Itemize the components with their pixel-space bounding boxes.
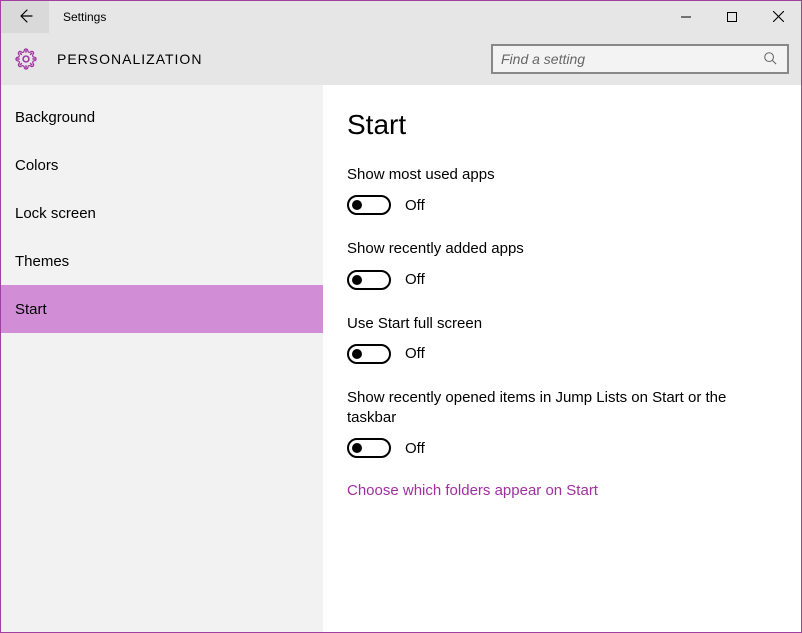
window-title: Settings: [49, 1, 663, 33]
toggle-jump-lists[interactable]: [347, 438, 391, 458]
sidebar-item-background[interactable]: Background: [1, 93, 323, 141]
close-icon: [773, 9, 784, 25]
setting-start-full-screen: Use Start full screen Off: [347, 314, 777, 364]
back-button[interactable]: [1, 1, 49, 33]
settings-window: Settings PERSONALIZATION: [0, 0, 802, 633]
choose-folders-link[interactable]: Choose which folders appear on Start: [347, 482, 777, 499]
close-button[interactable]: [755, 1, 801, 33]
setting-most-used-apps: Show most used apps Off: [347, 165, 777, 215]
toggle-most-used-apps[interactable]: [347, 195, 391, 215]
search-box[interactable]: [491, 44, 789, 74]
toggle-state: Off: [405, 345, 425, 362]
sidebar-item-label: Start: [15, 301, 47, 318]
maximize-button[interactable]: [709, 1, 755, 33]
toggle-state: Off: [405, 271, 425, 288]
toggle-row: Off: [347, 344, 777, 364]
sidebar-item-label: Colors: [15, 157, 58, 174]
sidebar-item-lock-screen[interactable]: Lock screen: [1, 189, 323, 237]
header-title: PERSONALIZATION: [57, 51, 202, 67]
setting-label: Show recently opened items in Jump Lists…: [347, 388, 747, 429]
setting-label: Show most used apps: [347, 165, 747, 185]
sidebar: Background Colors Lock screen Themes Sta…: [1, 85, 323, 632]
window-controls: [663, 1, 801, 33]
sidebar-item-start[interactable]: Start: [1, 285, 323, 333]
setting-label: Show recently added apps: [347, 239, 747, 259]
sidebar-item-label: Themes: [15, 253, 69, 270]
setting-recently-added-apps: Show recently added apps Off: [347, 239, 777, 289]
sidebar-item-colors[interactable]: Colors: [1, 141, 323, 189]
sidebar-item-themes[interactable]: Themes: [1, 237, 323, 285]
maximize-icon: [727, 9, 737, 25]
gear-icon: [15, 48, 37, 70]
body: Background Colors Lock screen Themes Sta…: [1, 85, 801, 632]
setting-label: Use Start full screen: [347, 314, 747, 334]
page-title: Start: [347, 109, 777, 141]
toggle-row: Off: [347, 195, 777, 215]
search-input[interactable]: [501, 51, 763, 67]
content: Start Show most used apps Off Show recen…: [323, 85, 801, 632]
toggle-state: Off: [405, 197, 425, 214]
header: PERSONALIZATION: [1, 33, 801, 85]
minimize-icon: [681, 9, 691, 25]
toggle-row: Off: [347, 438, 777, 458]
toggle-row: Off: [347, 270, 777, 290]
minimize-button[interactable]: [663, 1, 709, 33]
search-icon: [763, 51, 779, 67]
sidebar-item-label: Background: [15, 109, 95, 126]
toggle-knob: [352, 200, 362, 210]
title-bar: Settings: [1, 1, 801, 33]
sidebar-item-label: Lock screen: [15, 205, 96, 222]
toggle-knob: [352, 275, 362, 285]
toggle-state: Off: [405, 440, 425, 457]
toggle-knob: [352, 443, 362, 453]
toggle-start-full-screen[interactable]: [347, 344, 391, 364]
back-arrow-icon: [17, 8, 33, 27]
toggle-knob: [352, 349, 362, 359]
toggle-recently-added-apps[interactable]: [347, 270, 391, 290]
setting-jump-lists: Show recently opened items in Jump Lists…: [347, 388, 777, 459]
